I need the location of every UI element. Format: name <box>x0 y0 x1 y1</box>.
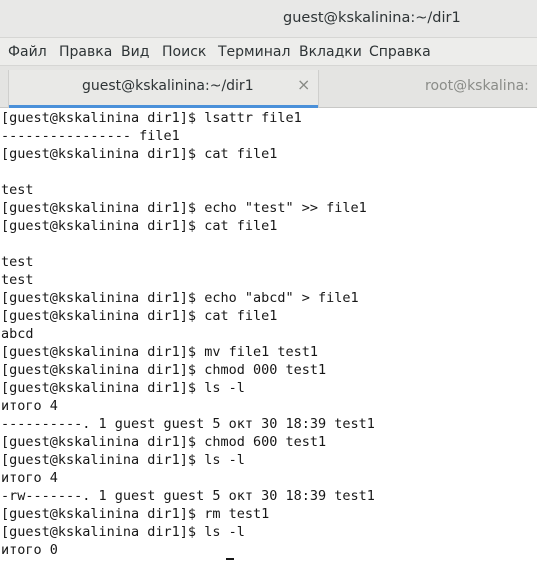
close-icon[interactable]: × <box>297 77 310 93</box>
terminal-line: ---------------- file1 <box>1 128 180 144</box>
active-tab-indicator <box>9 105 318 108</box>
terminal-line: [guest@kskalinina dir1]$ mv file1 test1 <box>1 344 318 360</box>
terminal-line: [guest@kskalinina dir1]$ lsattr file1 <box>1 110 302 126</box>
menu-file[interactable]: Файл <box>8 44 47 60</box>
tab-guest-label: guest@kskalinina:~/dir1 <box>82 78 254 94</box>
title-bar[interactable]: guest@kskalinina:~/dir1 <box>0 0 537 38</box>
menu-terminal[interactable]: Терминал <box>218 44 290 60</box>
terminal-line: test <box>1 254 34 270</box>
terminal-line: [guest@kskalinina dir1]$ chmod 000 test1 <box>1 362 327 378</box>
terminal-line: [guest@kskalinina dir1]$ cat file1 <box>1 308 278 324</box>
terminal-line: [guest@kskalinina dir1]$ echo "test" >> … <box>1 200 367 216</box>
window-title: guest@kskalinina:~/dir1 <box>283 10 461 26</box>
terminal-line: [guest@kskalinina dir1]$ cat file1 <box>1 218 278 234</box>
menu-tabs[interactable]: Вкладки <box>299 44 362 60</box>
terminal-line: [guest@kskalinina dir1]$ ls -l <box>1 524 245 540</box>
terminal-line: итого 4 <box>1 470 58 486</box>
tab-bar: guest@kskalinina:~/dir1 × root@kskalina: <box>0 66 537 108</box>
menu-help[interactable]: Справка <box>369 44 431 60</box>
terminal-line: [guest@kskalinina dir1]$ rm test1 <box>1 506 270 522</box>
menu-edit[interactable]: Правка <box>59 44 112 60</box>
terminal-line: [guest@kskalinina dir1]$ cat file1 <box>1 146 278 162</box>
text-cursor <box>226 558 234 560</box>
terminal-line: abcd <box>1 326 34 342</box>
tab-guest[interactable]: guest@kskalinina:~/dir1 × <box>8 70 319 108</box>
terminal-line: -rw-------. 1 guest guest 5 окт 30 18:39… <box>1 488 375 504</box>
terminal-line: итого 0 <box>1 542 58 558</box>
terminal-line: test <box>1 182 34 198</box>
terminal-line: итого 4 <box>1 398 58 414</box>
menu-search[interactable]: Поиск <box>162 44 206 60</box>
terminal-line: ----------. 1 guest guest 5 окт 30 18:39… <box>1 416 375 432</box>
terminal-lines: [guest@kskalinina dir1]$ lsattr file1 --… <box>1 109 375 559</box>
terminal-window: guest@kskalinina:~/dir1 Файл Правка Вид … <box>0 0 537 561</box>
terminal-line: [guest@kskalinina dir1]$ chmod 600 test1 <box>1 434 327 450</box>
menu-view[interactable]: Вид <box>121 44 149 60</box>
tab-root-label: root@kskalina: <box>425 78 529 94</box>
menu-bar: Файл Правка Вид Поиск Терминал Вкладки С… <box>0 38 537 66</box>
terminal-line: [guest@kskalinina dir1]$ ls -l <box>1 380 245 396</box>
terminal-line: test <box>1 272 34 288</box>
tab-root[interactable]: root@kskalina: <box>320 70 537 108</box>
terminal-line: [guest@kskalinina dir1]$ ls -l <box>1 452 245 468</box>
terminal-line: [guest@kskalinina dir1]$ echo "abcd" > f… <box>1 290 359 306</box>
terminal-output[interactable]: [guest@kskalinina dir1]$ lsattr file1 --… <box>0 109 537 561</box>
